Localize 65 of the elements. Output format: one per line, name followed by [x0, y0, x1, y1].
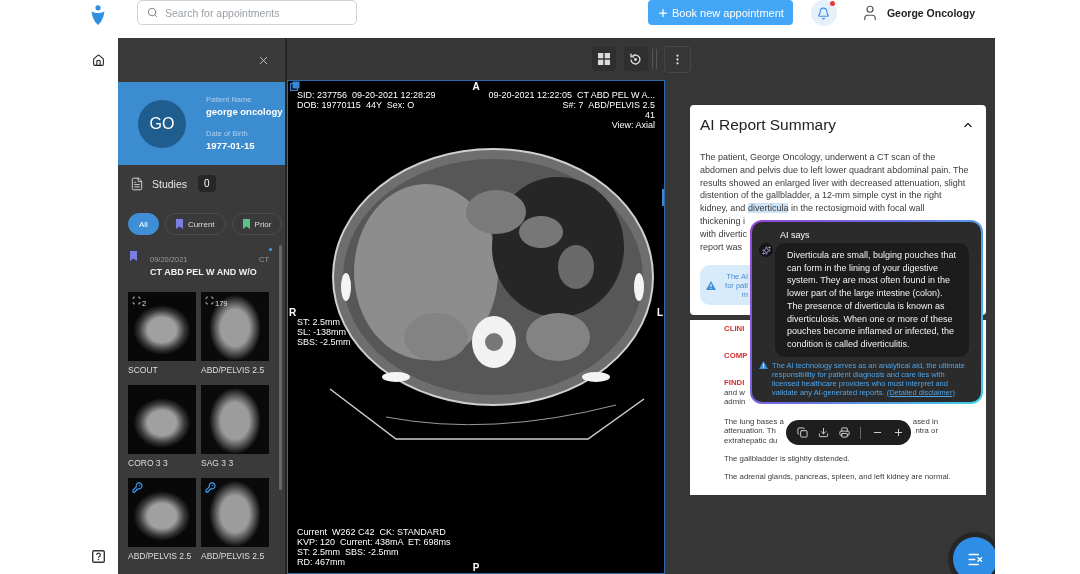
rotate-icon: [629, 52, 642, 66]
series-label: ABD/PELVIS 2.5: [201, 364, 265, 377]
app-logo-icon: [91, 5, 105, 25]
scan-thumbnail[interactable]: [128, 385, 196, 454]
sparkle-icon: [759, 243, 773, 257]
studies-count: 0: [198, 175, 216, 192]
card-title: AI Report Summary: [700, 116, 837, 134]
series-label: ABD/PELVIS 2.5: [201, 550, 265, 563]
overlay-text: SBS: -2.5mm: [297, 337, 351, 347]
overlay-text: Current W262 C42 CK: STANDARD: [297, 527, 446, 537]
corner-brackets-icon: [132, 296, 141, 305]
download-icon: [817, 427, 829, 438]
help-icon[interactable]: [91, 550, 105, 563]
overlay-text: KVP: 120 Current: 438mA ET: 698ms: [297, 537, 451, 547]
orientation-marker: A: [472, 81, 480, 92]
overlay-text: SL: -138mm: [297, 327, 347, 337]
orientation-marker: P: [472, 562, 480, 573]
copy-icon: [796, 427, 808, 438]
corner-brackets-icon: [205, 296, 214, 305]
layout-grid-button[interactable]: [591, 47, 616, 71]
study-description[interactable]: CT ABD PEL W AND W/O: [150, 267, 257, 277]
series-label: SCOUT: [128, 364, 158, 377]
overlay-text: SID: 237756 09-20-2021 12:28:29: [297, 90, 436, 100]
document-icon: [130, 176, 144, 191]
scan-thumbnail[interactable]: [201, 478, 269, 547]
studies-title: Studies: [152, 177, 188, 190]
notifications-button[interactable]: [810, 0, 837, 26]
patient-avatar: GO: [138, 99, 186, 148]
search-field[interactable]: Search for appointments: [137, 0, 357, 25]
home-icon[interactable]: [91, 54, 105, 67]
series-label: SAG 3 3: [201, 457, 234, 470]
overlapping-squares-icon[interactable]: [290, 81, 300, 91]
series-label: ABD/PELVIS 2.5: [128, 550, 192, 563]
warning-icon: [706, 280, 716, 290]
overlay-text: ST: 2.5mm SBS: -2.5mm: [297, 547, 399, 557]
overlay-text: ST: 2.5mm: [297, 317, 340, 327]
bell-icon: [817, 6, 831, 20]
overlay-text: View: Axial: [611, 120, 655, 130]
patient-name: george oncology: [206, 105, 283, 118]
popup-title: AI says: [780, 229, 811, 241]
scan-thumbnail[interactable]: [201, 385, 269, 454]
search-icon: [147, 7, 158, 18]
user-name[interactable]: George Oncology: [886, 6, 975, 19]
warning-icon: [759, 360, 768, 369]
scan-thumbnail[interactable]: [128, 478, 196, 547]
image-viewport[interactable]: [287, 80, 665, 574]
report-fab[interactable]: [953, 537, 995, 574]
orientation-marker: R: [289, 307, 297, 318]
overlay-text: DOB: 19770115 44Y Sex: O: [297, 100, 415, 110]
rotate-button[interactable]: [623, 47, 648, 71]
key-icon: [205, 482, 216, 493]
key-icon: [132, 482, 143, 493]
overlay-text: RD: 467mm: [297, 557, 345, 567]
orientation-marker: L: [656, 307, 663, 318]
plus-icon: [656, 6, 669, 19]
plus-icon: [892, 427, 904, 438]
overlay-text: S#: 7 ABD/PELVIS 2.5: [562, 100, 655, 110]
series-label: CORO 3 3: [128, 457, 168, 470]
overlay-text: 09-20-2021 12:22:05 CT ABD PEL W A...: [488, 90, 655, 100]
birth-date: 1977-01-15: [206, 139, 255, 152]
print-icon: [838, 427, 850, 438]
answer-bubble: Diverticula are small, bulging pouches that can form in the lining of your digestive system. They are most often found in the lower part of the large intestine (colon). The presence of diverticula is known as diverticulosis. When one or more of these pouches become inflamed or infected, the condition is called diverticulitis.: [775, 243, 969, 357]
grid-icon: [597, 53, 610, 65]
overlay-text: 41: [645, 110, 655, 120]
slice-indicator: [662, 189, 664, 206]
